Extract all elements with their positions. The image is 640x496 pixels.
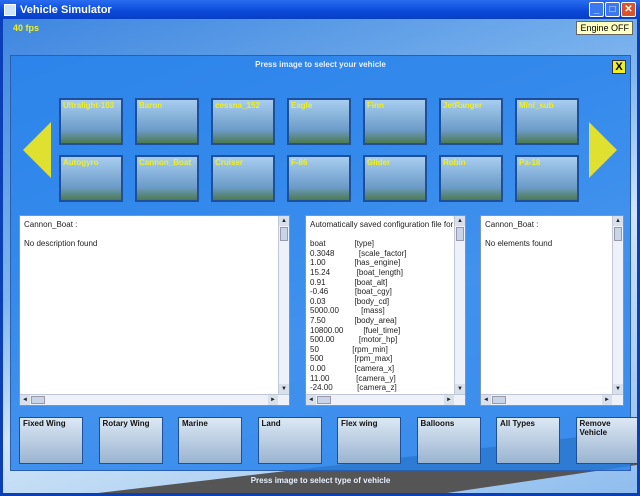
vertical-scrollbar[interactable]: ▲ ▼: [612, 216, 623, 394]
thumbnail-label: Pa-18: [519, 158, 541, 167]
description-pane[interactable]: Cannon_Boat : No description found ▲ ▼ ◄ ►: [19, 215, 290, 406]
thumbnail-label: Balloons: [420, 419, 455, 428]
vehicle-thumbnail[interactable]: Cannon_Boat: [135, 155, 199, 202]
next-arrow-icon[interactable]: [589, 122, 617, 178]
vehicle-thumbnail[interactable]: Baron: [135, 98, 199, 145]
config-text: Automatically saved configuration file f…: [310, 220, 454, 393]
description-text: Cannon_Boat : No description found: [24, 220, 98, 249]
engine-status[interactable]: Engine OFF: [576, 21, 633, 35]
maximize-button[interactable]: □: [605, 2, 620, 17]
category-button[interactable]: Balloons: [416, 417, 481, 464]
thumbnail-label: Autogyro: [63, 158, 99, 167]
thumbnail-label: cessna_152: [215, 101, 260, 110]
simulator-scene: 40 fps Engine OFF Press image to select …: [3, 19, 637, 493]
category-button[interactable]: Marine: [178, 417, 242, 464]
vehicle-thumbnail[interactable]: Glider: [363, 155, 427, 202]
vehicle-selection-panel: Press image to select your vehicle X Ult…: [10, 55, 637, 485]
vehicle-thumbnail[interactable]: Finn: [363, 98, 427, 145]
select-vehicle-text: Press image to select your vehicle: [255, 60, 386, 69]
minimize-button[interactable]: _: [589, 2, 604, 17]
thumbnail-label: Robin: [443, 158, 466, 167]
vertical-scrollbar[interactable]: ▲ ▼: [278, 216, 289, 394]
thumbnail-label: Fixed Wing: [23, 419, 66, 428]
thumbnail-label: Remove Vehicle: [579, 419, 611, 437]
category-button[interactable]: All Types: [496, 417, 560, 464]
window-title: Vehicle Simulator: [20, 3, 112, 16]
vehicle-thumbnail[interactable]: Mini_sub: [515, 98, 579, 145]
thumbnail-label: Rotary Wing: [102, 419, 150, 428]
horizontal-scrollbar[interactable]: ◄ ►: [20, 394, 289, 405]
vehicle-thumbnail[interactable]: Autogyro: [59, 155, 123, 202]
config-pane[interactable]: Automatically saved configuration file f…: [305, 215, 466, 406]
thumbnail-label: Finn: [367, 101, 384, 110]
vertical-scrollbar[interactable]: ▲ ▼: [454, 216, 465, 394]
vehicle-thumbnail[interactable]: F-86: [287, 155, 351, 202]
thumbnail-label: All Types: [500, 419, 535, 428]
fps-counter: 40 fps: [13, 23, 40, 33]
thumbnail-label: Cannon_Boat: [139, 158, 191, 167]
thumbnail-label: Marine: [182, 419, 208, 428]
thumbnail-label: F-86: [291, 158, 308, 167]
thumbnail-label: Mini_sub: [519, 101, 554, 110]
thumbnail-label: Ultralight-103: [63, 101, 115, 110]
previous-arrow-icon[interactable]: [23, 122, 51, 178]
vehicle-thumbnail[interactable]: Cruiser: [211, 155, 275, 202]
category-button[interactable]: Rotary Wing: [98, 417, 163, 464]
thumbnail-label: Land: [261, 419, 281, 428]
vehicle-thumbnail[interactable]: Eagle: [287, 98, 351, 145]
vehicle-thumbnail[interactable]: Robin: [439, 155, 503, 202]
thumbnail-label: Glider: [367, 158, 391, 167]
category-button[interactable]: Land: [257, 417, 322, 464]
category-button[interactable]: Flex wing: [337, 417, 401, 464]
close-panel-button[interactable]: X: [612, 60, 626, 74]
vehicle-thumbnail[interactable]: JetRanger: [439, 98, 503, 145]
thumbnail-label: Cruiser: [215, 158, 244, 167]
elements-text: Cannon_Boat : No elements found: [485, 220, 553, 249]
select-type-text: Press image to select type of vehicle: [250, 476, 391, 485]
vehicle-thumbnail[interactable]: cessna_152: [211, 98, 275, 145]
category-button[interactable]: Remove Vehicle: [575, 417, 637, 464]
thumbnail-label: Flex wing: [341, 419, 378, 428]
thumbnail-label: JetRanger: [443, 101, 483, 110]
app-icon: [4, 3, 16, 16]
elements-pane[interactable]: Cannon_Boat : No elements found ▲ ▼ ◄ ►: [480, 215, 624, 406]
thumbnail-label: Baron: [139, 101, 163, 110]
category-button[interactable]: Fixed Wing: [19, 417, 83, 464]
vehicle-thumbnail[interactable]: Pa-18: [515, 155, 579, 202]
vehicle-thumbnail[interactable]: Ultralight-103: [59, 98, 123, 145]
horizontal-scrollbar[interactable]: ◄ ►: [481, 394, 623, 405]
close-button[interactable]: ✕: [621, 2, 636, 17]
thumbnail-label: Eagle: [291, 101, 313, 110]
title-bar: Vehicle Simulator _ □ ✕: [0, 0, 640, 19]
horizontal-scrollbar[interactable]: ◄ ►: [306, 394, 465, 405]
